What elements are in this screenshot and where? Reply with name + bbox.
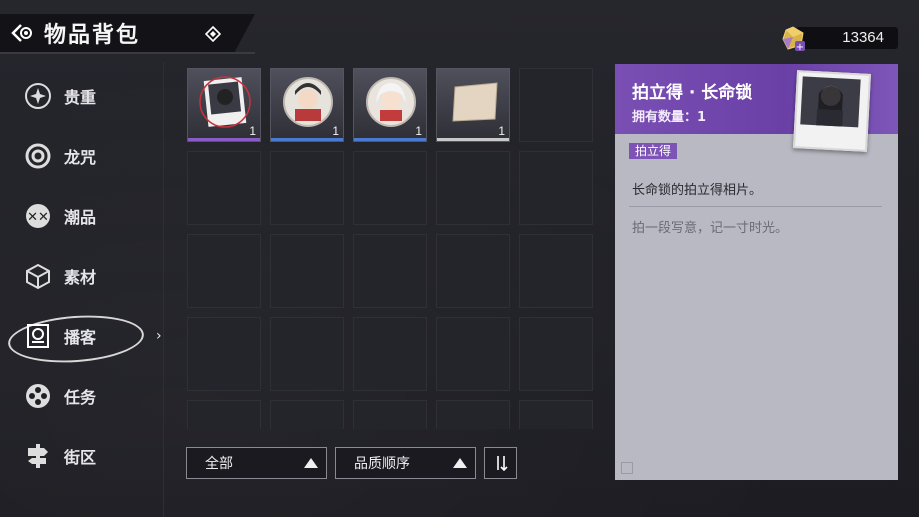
empty-slot bbox=[187, 317, 261, 391]
item-count: 1 bbox=[332, 124, 339, 138]
header-bar: 物品背包 bbox=[0, 14, 255, 52]
empty-slot bbox=[436, 400, 510, 429]
sidebar-item-label: 潮品 bbox=[64, 208, 97, 227]
diamond-info-icon[interactable] bbox=[205, 26, 221, 42]
divider bbox=[629, 206, 882, 207]
empty-slot bbox=[187, 151, 261, 225]
header-underline bbox=[0, 52, 255, 54]
gem-plus-icon[interactable]: + bbox=[780, 25, 806, 51]
inventory-slot-badge[interactable]: 1 bbox=[270, 68, 344, 142]
sidebar-item-valuables[interactable]: 贵重 bbox=[0, 66, 163, 126]
sort-order-value: 品质顺序 bbox=[354, 456, 410, 472]
sidebar-item-label: 素材 bbox=[64, 268, 97, 287]
character-badge-icon bbox=[283, 77, 333, 127]
item-count: 1 bbox=[249, 124, 256, 138]
svg-text:✕✕: ✕✕ bbox=[27, 210, 49, 225]
inventory-slot-polaroid[interactable]: 1 bbox=[187, 68, 261, 142]
page-title: 物品背包 bbox=[44, 23, 141, 48]
sidebar-item-label: 龙咒 bbox=[64, 148, 97, 167]
item-count: 1 bbox=[498, 124, 505, 138]
sidebar-item-podcast[interactable]: 播客 › bbox=[0, 306, 163, 367]
item-count: 1 bbox=[415, 124, 422, 138]
back-button[interactable] bbox=[0, 14, 44, 52]
empty-slot bbox=[353, 317, 427, 391]
character-badge-icon bbox=[366, 77, 416, 127]
radio-icon bbox=[24, 322, 52, 350]
sort-toggle-icon bbox=[496, 456, 508, 472]
ring-icon bbox=[24, 142, 52, 170]
empty-slot bbox=[187, 400, 261, 429]
polaroid-preview-image bbox=[793, 70, 871, 152]
inventory-slot-card[interactable]: 1 bbox=[436, 68, 510, 142]
item-name: 拍立得 · 长命锁 bbox=[632, 83, 753, 103]
svg-text:+: + bbox=[796, 42, 804, 51]
category-sidebar: 贵重 龙咒 ✕✕ 潮品 素材 播客 › 任务 街区 bbox=[0, 62, 164, 517]
sidebar-item-label: 任务 bbox=[64, 388, 97, 407]
sidebar-item-label: 街区 bbox=[64, 448, 97, 467]
rarity-bar bbox=[437, 138, 509, 141]
empty-slot bbox=[436, 317, 510, 391]
polaroid-photo-icon bbox=[199, 76, 251, 128]
inventory-slot-badge[interactable]: 1 bbox=[353, 68, 427, 142]
rarity-bar bbox=[354, 138, 426, 141]
empty-slot bbox=[270, 317, 344, 391]
empty-slot bbox=[270, 234, 344, 308]
triangle-up-icon bbox=[304, 458, 318, 468]
sidebar-item-label: 贵重 bbox=[64, 88, 97, 107]
empty-slot bbox=[436, 151, 510, 225]
sidebar-item-tasks[interactable]: 任务 bbox=[0, 366, 163, 426]
item-flavor-text: 拍一段写意，记一寸时光。 bbox=[632, 221, 789, 236]
sidebar-item-label: 播客 bbox=[64, 328, 97, 347]
item-type-tag: 拍立得 bbox=[629, 143, 678, 159]
empty-slot bbox=[270, 400, 344, 429]
corner-mark bbox=[621, 462, 633, 474]
empty-slot bbox=[436, 234, 510, 308]
empty-slot bbox=[519, 68, 593, 142]
empty-slot bbox=[519, 234, 593, 308]
triangle-up-icon bbox=[453, 458, 467, 468]
sidebar-item-materials[interactable]: 素材 bbox=[0, 246, 163, 306]
empty-slot bbox=[353, 151, 427, 225]
sidebar-item-district[interactable]: 街区 bbox=[0, 426, 163, 486]
rarity-bar bbox=[188, 138, 260, 141]
cube-icon bbox=[24, 262, 52, 290]
inventory-grid: 1 1 1 1 bbox=[186, 67, 600, 429]
empty-slot bbox=[519, 317, 593, 391]
back-arrow-icon bbox=[11, 24, 32, 42]
currency-display[interactable]: + 13364 bbox=[780, 25, 898, 51]
chevron-right-icon: › bbox=[156, 328, 162, 344]
empty-slot bbox=[353, 234, 427, 308]
empty-slot bbox=[519, 151, 593, 225]
category-filter-value: 全部 bbox=[205, 456, 233, 472]
empty-slot bbox=[519, 400, 593, 429]
item-detail-panel: 拍立得 · 长命锁 拥有数量：1 拍立得 长命锁的拍立得相片。 拍一段写意，记一… bbox=[615, 64, 898, 480]
skull-badge-icon: ✕✕ bbox=[24, 202, 52, 230]
sidebar-item-trendy[interactable]: ✕✕ 潮品 bbox=[0, 186, 163, 246]
empty-slot bbox=[187, 234, 261, 308]
blank-card-icon bbox=[452, 82, 498, 122]
star-badge-icon bbox=[24, 82, 52, 110]
sidebar-item-dragon-curse[interactable]: 龙咒 bbox=[0, 126, 163, 186]
rarity-bar bbox=[271, 138, 343, 141]
polaroid-portrait-icon bbox=[800, 76, 861, 128]
sort-order-dropdown[interactable]: 品质顺序 bbox=[335, 447, 476, 479]
film-reel-icon bbox=[24, 382, 52, 410]
signpost-icon bbox=[24, 442, 52, 470]
sort-direction-button[interactable] bbox=[484, 447, 517, 479]
currency-amount: 13364 bbox=[842, 29, 884, 46]
item-description: 长命锁的拍立得相片。 bbox=[632, 183, 763, 198]
category-filter-dropdown[interactable]: 全部 bbox=[186, 447, 327, 479]
empty-slot bbox=[270, 151, 344, 225]
owned-count: 拥有数量：1 bbox=[632, 110, 707, 125]
empty-slot bbox=[353, 400, 427, 429]
